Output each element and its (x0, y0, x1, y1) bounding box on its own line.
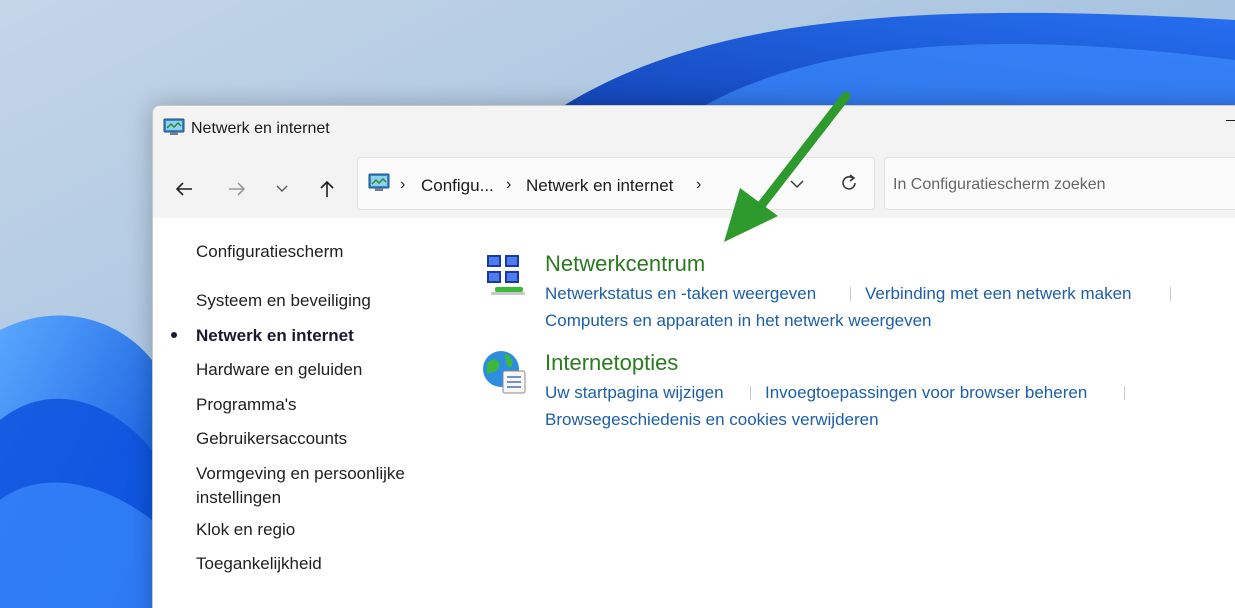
arrow-up-icon (320, 180, 334, 197)
category-title-internet-options[interactable]: Internetopties (545, 349, 678, 377)
control-panel-window: Netwerk en internet › Configu... › Netwe… (152, 105, 1235, 608)
chevron-down-icon[interactable] (788, 175, 806, 193)
breadcrumb-network-internet[interactable]: Netwerk en internet (526, 176, 673, 196)
search-input[interactable] (893, 173, 1223, 197)
arrow-right-icon (229, 182, 246, 196)
breadcrumb-control-panel[interactable]: Configu... (421, 176, 494, 196)
control-panel-icon (368, 173, 390, 191)
link-separator (1170, 287, 1171, 301)
active-bullet (171, 332, 177, 338)
link-connect-network[interactable]: Verbinding met een netwerk maken (865, 283, 1132, 305)
arrow-left-icon (175, 182, 192, 196)
navigation-bar: › Configu... › Netwerk en internet › (153, 152, 1235, 218)
sidebar-item-network-internet[interactable]: Netwerk en internet (196, 324, 354, 348)
sidebar: Configuratiescherm Systeem en beveiligin… (153, 218, 453, 608)
minimize-button[interactable] (1226, 120, 1235, 121)
recent-locations-button[interactable] (269, 176, 295, 202)
internet-options-icon[interactable] (481, 349, 529, 397)
link-network-status[interactable]: Netwerkstatus en -taken weergeven (545, 283, 816, 305)
sidebar-item-programs[interactable]: Programma's (196, 393, 297, 417)
forward-button[interactable] (224, 176, 250, 202)
window-title: Netwerk en internet (191, 120, 330, 137)
control-panel-icon (163, 118, 185, 135)
breadcrumb-separator: › (506, 176, 512, 193)
link-change-homepage[interactable]: Uw startpagina wijzigen (545, 382, 724, 404)
sidebar-item-hardware-sound[interactable]: Hardware en geluiden (196, 358, 362, 382)
network-center-icon[interactable] (481, 251, 529, 299)
chevron-down-icon (276, 185, 288, 192)
category-title-network-center[interactable]: Netwerkcentrum (545, 250, 705, 278)
link-network-devices[interactable]: Computers en apparaten in het netwerk we… (545, 310, 932, 332)
link-separator (850, 287, 851, 301)
link-delete-history[interactable]: Browsegeschiedenis en cookies verwijdere… (545, 409, 879, 431)
breadcrumb-separator: › (696, 176, 702, 193)
sidebar-item-system-security[interactable]: Systeem en beveiliging (196, 289, 371, 313)
link-separator (750, 386, 751, 400)
title-bar[interactable]: Netwerk en internet (153, 106, 1235, 152)
link-manage-addons[interactable]: Invoegtoepassingen voor browser beheren (765, 382, 1087, 404)
sidebar-home-link[interactable]: Configuratiescherm (196, 240, 343, 264)
breadcrumb-separator: › (400, 176, 406, 193)
sidebar-item-appearance-line2[interactable]: instellingen (196, 486, 281, 510)
link-separator (1124, 386, 1125, 400)
refresh-icon[interactable] (838, 172, 860, 194)
back-button[interactable] (171, 176, 197, 202)
sidebar-item-accessibility[interactable]: Toegankelijkheid (196, 552, 322, 576)
search-box[interactable] (884, 157, 1235, 210)
sidebar-item-user-accounts[interactable]: Gebruikersaccounts (196, 427, 347, 451)
sidebar-item-appearance[interactable]: Vormgeving en persoonlijke (196, 462, 405, 486)
sidebar-item-clock-region[interactable]: Klok en regio (196, 518, 295, 542)
address-bar[interactable]: › Configu... › Netwerk en internet › (357, 157, 875, 210)
up-button[interactable] (314, 176, 340, 202)
